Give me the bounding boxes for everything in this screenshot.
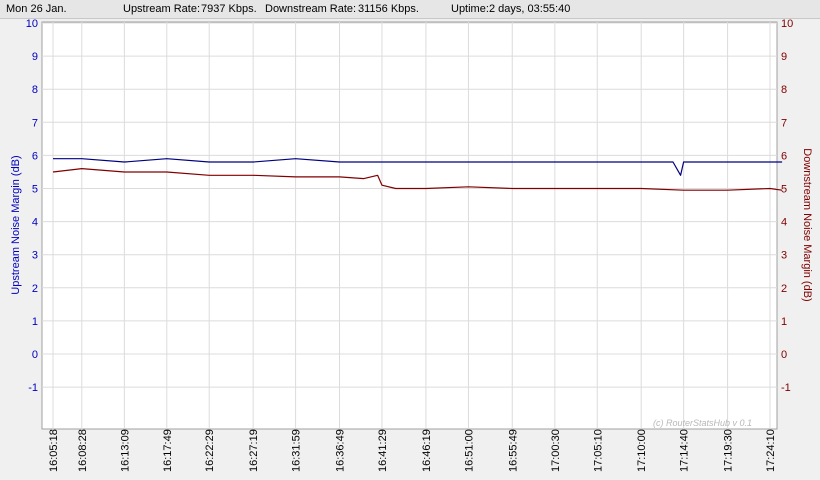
x-tick-label: 16:41:29 xyxy=(377,429,389,472)
x-tick-label: 16:22:29 xyxy=(204,429,216,472)
left-tick-label: -1 xyxy=(28,382,38,394)
upstream-rate-value: 7937 Kbps. xyxy=(201,3,257,15)
noise-margin-chart: -1012345678910 -1012345678910 16:05:18 16… xyxy=(10,18,813,472)
right-tick-label: 10 xyxy=(781,19,793,30)
left-tick-label: 4 xyxy=(32,217,38,229)
right-tick-label: 5 xyxy=(781,184,787,196)
downstream-rate-label: Downstream Rate: xyxy=(265,3,357,15)
uptime-value: 2 days, 03:55:40 xyxy=(489,3,571,15)
left-tick-label: 2 xyxy=(32,283,38,295)
upstream-rate-label: Upstream Rate: xyxy=(123,3,201,15)
left-tick-label: 1 xyxy=(32,316,38,328)
right-tick-label: 8 xyxy=(781,84,787,96)
left-tick-label: 0 xyxy=(32,349,38,361)
x-tick-label: 16:51:00 xyxy=(463,429,475,472)
left-axis-title: Upstream Noise Margin (dB) xyxy=(10,155,22,294)
x-axis: 16:05:18 16:08:28 16:13:09 16:17:49 16:22:29… xyxy=(48,429,777,472)
right-tick-label: -1 xyxy=(781,382,791,394)
right-tick-label: 1 xyxy=(781,316,787,328)
right-tick-label: 7 xyxy=(781,117,787,129)
x-tick-label: 16:31:59 xyxy=(291,429,303,472)
right-tick-label: 3 xyxy=(781,250,787,262)
plot-background xyxy=(41,21,778,430)
chart-area: -1 0 1 2 3 4 5 6 7 8 9 10 -1 0 1 2 3 4 5 6 7 8 9 10 16:05:18 16… xyxy=(0,18,820,475)
left-tick-label: 10 xyxy=(26,19,38,30)
left-tick-label: 7 xyxy=(32,117,38,129)
right-axis: -1 0 1 2 3 4 5 6 7 8 9 10 xyxy=(781,18,793,394)
status-bar: Mon 26 Jan. Upstream Rate: 7937 Kbps. Do… xyxy=(0,0,820,19)
left-tick-label: 3 xyxy=(32,250,38,262)
right-tick-label: 4 xyxy=(781,217,787,229)
x-tick-label: 16:08:28 xyxy=(77,429,89,472)
left-tick-label: 9 xyxy=(32,51,38,63)
left-tick-label: 5 xyxy=(32,184,38,196)
x-tick-label: 16:17:49 xyxy=(162,429,174,472)
right-tick-label: 9 xyxy=(781,51,787,63)
left-tick-label: 8 xyxy=(32,84,38,96)
date-text: Mon 26 Jan. xyxy=(6,3,67,15)
x-tick-label: 17:24:10 xyxy=(765,429,777,472)
watermark: (c) RouterStatsHub v 0.1 xyxy=(653,418,752,428)
downstream-rate-value: 31156 Kbps. xyxy=(358,3,419,15)
right-axis-title: Downstream Noise Margin (dB) xyxy=(801,148,813,301)
x-tick-label: 16:05:18 xyxy=(48,429,60,472)
x-tick-label: 17:14:40 xyxy=(679,429,691,472)
x-tick-label: 16:27:19 xyxy=(248,429,260,472)
x-tick-label: 17:05:10 xyxy=(592,429,604,472)
x-tick-label: 16:46:19 xyxy=(421,429,433,472)
x-tick-label: 17:00:30 xyxy=(550,429,562,472)
x-tick-label: 16:55:49 xyxy=(507,429,519,472)
right-tick-label: 6 xyxy=(781,150,787,162)
right-tick-label: 0 xyxy=(781,349,787,361)
right-tick-label: 2 xyxy=(781,283,787,295)
x-tick-label: 16:13:09 xyxy=(119,429,131,472)
left-axis: -1 0 1 2 3 4 5 6 7 8 9 10 xyxy=(26,18,38,394)
x-tick-label: 17:10:00 xyxy=(636,429,648,472)
uptime-label: Uptime: xyxy=(451,3,489,15)
x-tick-label: 16:36:49 xyxy=(335,429,347,472)
x-tick-label: 17:19:30 xyxy=(723,429,735,472)
left-tick-label: 6 xyxy=(32,150,38,162)
